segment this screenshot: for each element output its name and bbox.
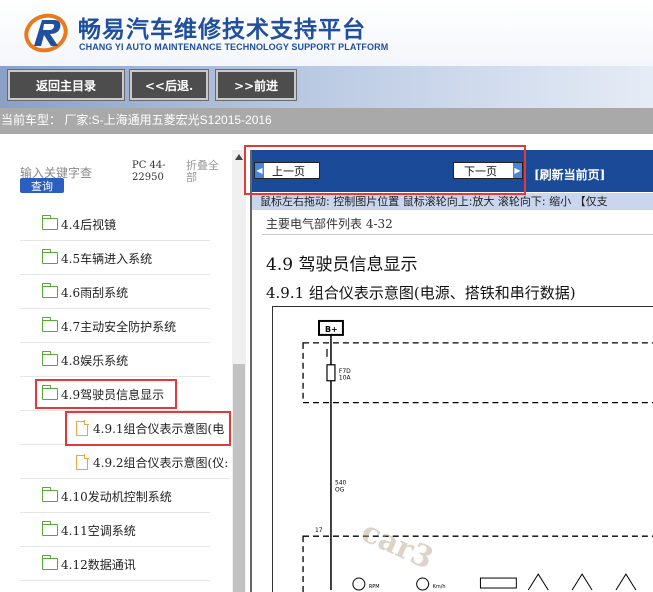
bplus-label: B+ bbox=[325, 325, 338, 334]
tree-item-4-10[interactable]: 4.10发动机控制系统 bbox=[20, 480, 210, 513]
tree-item-4-11[interactable]: 4.11空调系统 bbox=[20, 514, 210, 547]
search-button[interactable]: 查询 bbox=[20, 178, 64, 193]
logo-icon bbox=[24, 13, 68, 53]
tree-item-label: 4.11空调系统 bbox=[61, 523, 136, 538]
scroll-up-icon[interactable] bbox=[235, 154, 243, 160]
tree-item-label: 4.7主动安全防护系统 bbox=[61, 319, 177, 334]
tree-item-4-12[interactable]: 4.12数据通讯 bbox=[20, 548, 210, 581]
tree-item-4-5[interactable]: 4.5车辆进入系统 bbox=[20, 242, 210, 275]
tree-item-4-9-2[interactable]: 4.9.2组合仪表示意图(仪: bbox=[20, 446, 230, 479]
current-model-line: 当前车型： 厂家:S-上海通用五菱宏光S12015-2016 bbox=[0, 108, 653, 134]
tree-item-label: 4.5车辆进入系统 bbox=[61, 251, 153, 266]
tree-item-label: 4.9.2组合仪表示意图(仪: bbox=[93, 455, 229, 470]
tree-item-label: 4.12数据通讯 bbox=[61, 557, 136, 572]
fuse-label-1: F7D bbox=[339, 368, 351, 375]
tree-item-4-6[interactable]: 4.6雨刮系统 bbox=[20, 276, 210, 309]
wiring-diagram[interactable]: B+ F7D 10A 540 OG 17 RPM Km/h bbox=[272, 306, 653, 592]
tree-item-4-4[interactable]: 4.4后视镜 bbox=[20, 208, 210, 241]
wire-label-1: 540 bbox=[335, 479, 347, 486]
rpm-label: RPM bbox=[369, 584, 380, 590]
collapse-all-link[interactable]: 折叠全部 bbox=[186, 160, 226, 184]
document-viewer: ◀ 上一页 下一页 ▶ [刷新当前页] 鼠标左右拖动: 控制图片位置 鼠标滚轮向… bbox=[244, 145, 653, 592]
forward-button[interactable]: >>前进 bbox=[215, 69, 297, 101]
app-title: 畅易汽车维修技术支持平台 bbox=[78, 17, 366, 43]
folder-icon bbox=[41, 487, 58, 502]
divider bbox=[262, 234, 653, 235]
pc-label: PC 44-22950 bbox=[132, 160, 166, 183]
wire-label-2: OG bbox=[335, 486, 345, 493]
doc-subheading: 4.9.1 组合仪表示意图(电源、搭铁和串行数据) bbox=[266, 284, 576, 302]
folder-icon bbox=[41, 283, 58, 298]
tree-item-label: 4.8娱乐系统 bbox=[61, 353, 129, 368]
folder-icon bbox=[41, 249, 58, 264]
tree-item-label: 4.10发动机控制系统 bbox=[61, 489, 172, 504]
app-header: 畅易汽车维修技术支持平台 CHANG YI AUTO MAINTENANCE T… bbox=[0, 0, 653, 66]
scrollbar-thumb[interactable] bbox=[233, 364, 245, 592]
tree-item-4-8[interactable]: 4.8娱乐系统 bbox=[20, 344, 210, 377]
folder-icon bbox=[41, 215, 58, 230]
app-subtitle: CHANG YI AUTO MAINTENANCE TECHNOLOGY SUP… bbox=[79, 42, 389, 52]
folder-icon bbox=[41, 555, 58, 570]
highlight-box bbox=[65, 411, 231, 446]
viewer-hint: 鼠标左右拖动: 控制图片位置 鼠标滚轮向上:放大 滚轮向下: 缩小 【仅支 bbox=[252, 193, 653, 210]
toolbar: 返回主目录 <<后退. >>前进 bbox=[0, 66, 653, 108]
document-icon bbox=[76, 454, 89, 470]
home-button[interactable]: 返回主目录 bbox=[7, 69, 125, 101]
tree-item-4-7[interactable]: 4.7主动安全防护系统 bbox=[20, 310, 210, 343]
back-button[interactable]: <<后退. bbox=[129, 69, 209, 101]
refresh-page-link[interactable]: [刷新当前页] bbox=[534, 166, 605, 183]
kmh-label: Km/h bbox=[433, 584, 446, 590]
highlight-box bbox=[244, 145, 526, 195]
folder-icon bbox=[41, 317, 58, 332]
tree-item-label: 4.4后视镜 bbox=[61, 217, 117, 232]
tree-panel: 输入关键字查 查询 PC 44-22950 折叠全部 4.4后视镜 4.5车辆进… bbox=[0, 150, 246, 592]
fuse-label-2: 10A bbox=[339, 375, 352, 382]
doc-subtitle: 主要电气部件列表 4-32 bbox=[266, 217, 393, 231]
folder-icon bbox=[41, 521, 58, 536]
tree-item-label: 4.6雨刮系统 bbox=[61, 285, 129, 300]
highlight-box bbox=[35, 379, 177, 409]
scrollbar[interactable] bbox=[232, 150, 246, 592]
folder-icon bbox=[41, 351, 58, 366]
doc-heading: 4.9 驾驶员信息显示 bbox=[266, 255, 418, 275]
wire-label-3: 17 bbox=[315, 527, 323, 534]
